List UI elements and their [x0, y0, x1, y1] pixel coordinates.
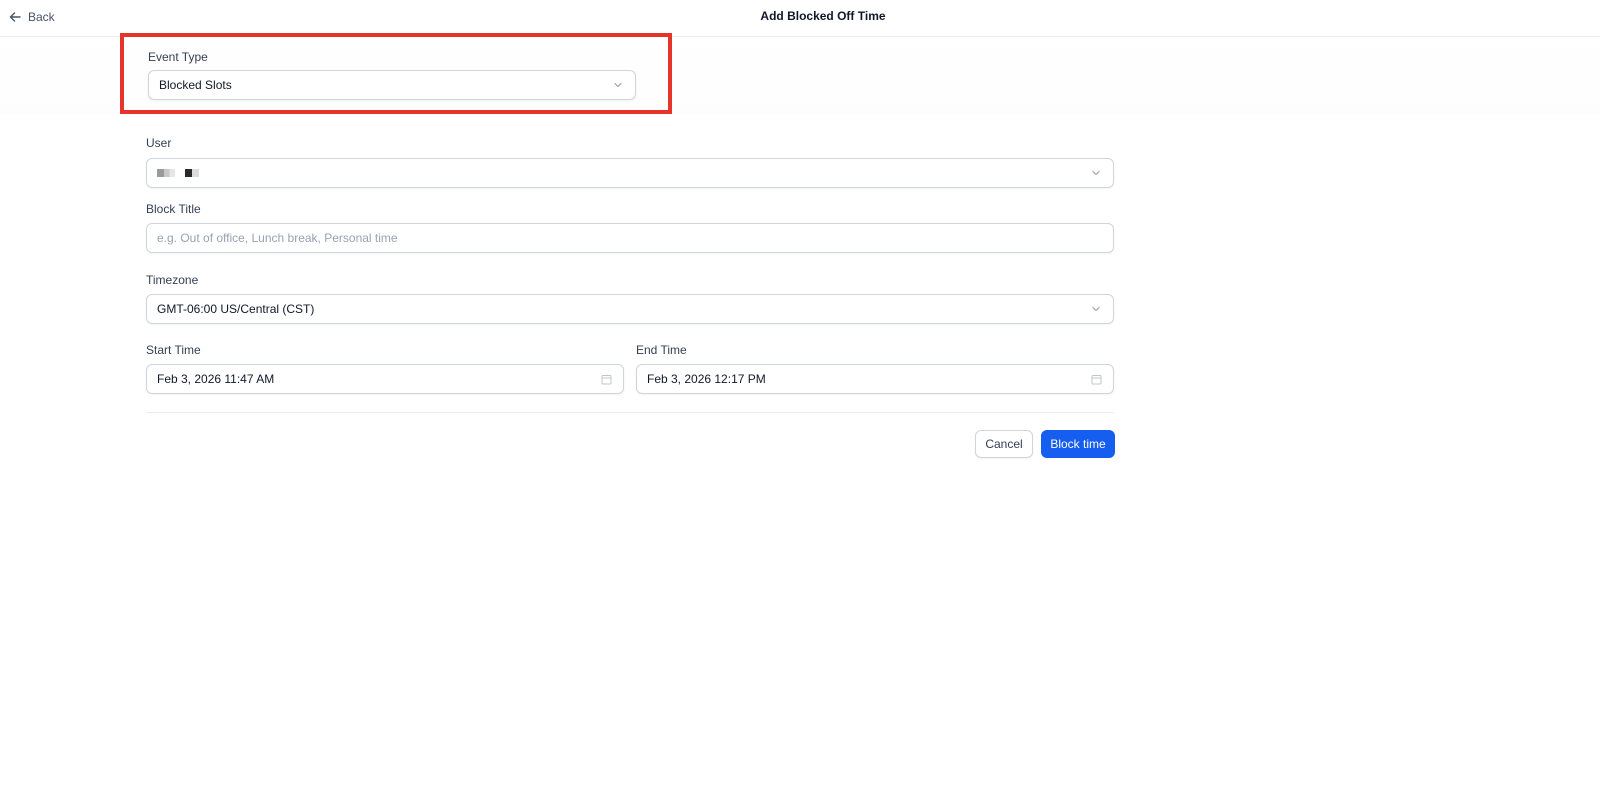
- page-title: Add Blocked Off Time: [760, 9, 886, 23]
- user-value-redacted: [157, 169, 1089, 177]
- chevron-down-icon: [611, 78, 625, 92]
- user-select[interactable]: [146, 158, 1114, 188]
- top-bar: Back Add Blocked Off Time: [0, 0, 1600, 37]
- chevron-down-icon: [1089, 166, 1103, 180]
- user-label: User: [146, 136, 172, 150]
- calendar-icon: [599, 372, 613, 386]
- end-time-label: End Time: [636, 343, 687, 357]
- start-time-value: Feb 3, 2026 11:47 AM: [157, 372, 275, 386]
- end-time-picker[interactable]: Feb 3, 2026 12:17 PM: [636, 364, 1114, 394]
- event-type-label: Event Type: [148, 50, 208, 64]
- timezone-select[interactable]: GMT-06:00 US/Central (CST): [146, 294, 1114, 324]
- chevron-down-icon: [1089, 302, 1103, 316]
- start-time-label: Start Time: [146, 343, 201, 357]
- timezone-value: GMT-06:00 US/Central (CST): [157, 302, 315, 316]
- block-time-button[interactable]: Block time: [1041, 430, 1115, 458]
- form-divider: [146, 412, 1114, 413]
- event-type-select[interactable]: Blocked Slots: [148, 70, 636, 100]
- end-time-value: Feb 3, 2026 12:17 PM: [647, 372, 766, 386]
- block-title-field[interactable]: [146, 223, 1114, 253]
- calendar-icon: [1089, 372, 1103, 386]
- block-title-label: Block Title: [146, 202, 201, 216]
- timezone-label: Timezone: [146, 273, 199, 287]
- event-type-value: Blocked Slots: [159, 78, 232, 92]
- start-time-picker[interactable]: Feb 3, 2026 11:47 AM: [146, 364, 624, 394]
- cancel-button[interactable]: Cancel: [975, 430, 1033, 458]
- block-title-input[interactable]: [157, 231, 1103, 245]
